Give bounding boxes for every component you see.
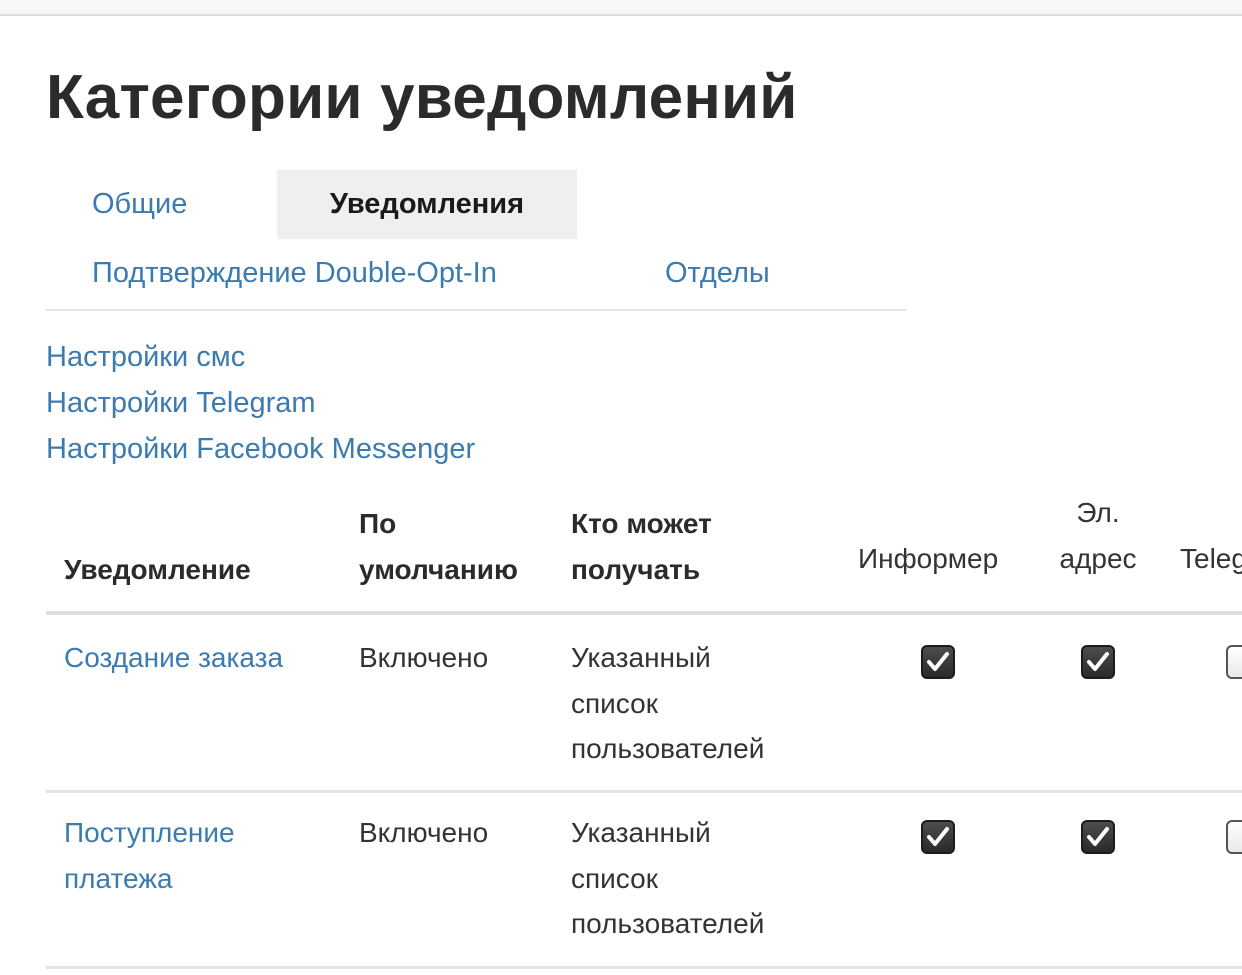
header-email-line1: Эл.: [1076, 497, 1120, 528]
checkmark-icon: [1087, 827, 1109, 846]
checkmark-icon: [927, 827, 949, 846]
sms-settings-link[interactable]: Настройки смс: [46, 334, 475, 380]
header-who-line2: получать: [571, 554, 701, 585]
row-1-telegram-checkbox[interactable]: [1226, 645, 1242, 679]
row-1-who-line1: Указанный: [571, 642, 711, 673]
row-2-notification-link-line1[interactable]: Поступление: [64, 810, 235, 856]
page-title: Категории уведомлений: [46, 63, 798, 132]
notifications-table: Уведомление По умолчанию Кто может получ…: [46, 486, 1242, 975]
telegram-settings-link[interactable]: Настройки Telegram: [46, 380, 475, 426]
row-1-notification-link[interactable]: Создание заказа: [64, 635, 283, 681]
tab-departments[interactable]: Отделы: [665, 239, 770, 308]
header-notification: Уведомление: [64, 554, 251, 585]
tab-bar: Общие Уведомления Подтверждение Double-O…: [46, 170, 906, 311]
header-informer: Информер: [858, 543, 999, 574]
header-default-line2: умолчанию: [359, 554, 518, 585]
top-bar: [0, 0, 1242, 16]
header-email-line2: адрес: [1059, 543, 1137, 574]
row-2-who-line2: список: [571, 863, 658, 894]
row-2-default: Включено: [359, 817, 489, 848]
row-2-telegram-checkbox[interactable]: [1226, 820, 1242, 854]
row-2-who-line3: пользователей: [571, 908, 765, 939]
header-divider: [46, 611, 1242, 615]
row-2-notification-link-line2[interactable]: платежа: [64, 856, 173, 902]
header-default-line1: По: [359, 508, 397, 539]
row-2-informer-checkbox[interactable]: [921, 820, 955, 854]
facebook-messenger-settings-link[interactable]: Настройки Facebook Messenger: [46, 426, 475, 472]
checkmark-icon: [927, 652, 949, 671]
row-1-who-line3: пользователей: [571, 733, 765, 764]
row-1-who-line2: список: [571, 688, 658, 719]
tab-double-opt-in[interactable]: Подтверждение Double-Opt-In: [92, 239, 497, 308]
settings-links: Настройки смс Настройки Telegram Настрой…: [46, 334, 475, 472]
row-divider: [46, 790, 1242, 793]
header-telegram: Telegram: [1180, 543, 1242, 574]
row-1-default: Включено: [359, 642, 489, 673]
row-1-informer-checkbox[interactable]: [921, 645, 955, 679]
row-2-who-line1: Указанный: [571, 817, 711, 848]
row-2-email-checkbox[interactable]: [1081, 820, 1115, 854]
header-who-line1: Кто может: [571, 508, 712, 539]
tab-general[interactable]: Общие: [92, 170, 187, 239]
tab-notifications[interactable]: Уведомления: [277, 170, 577, 239]
row-divider: [46, 966, 1242, 969]
row-1-email-checkbox[interactable]: [1081, 645, 1115, 679]
checkmark-icon: [1087, 652, 1109, 671]
